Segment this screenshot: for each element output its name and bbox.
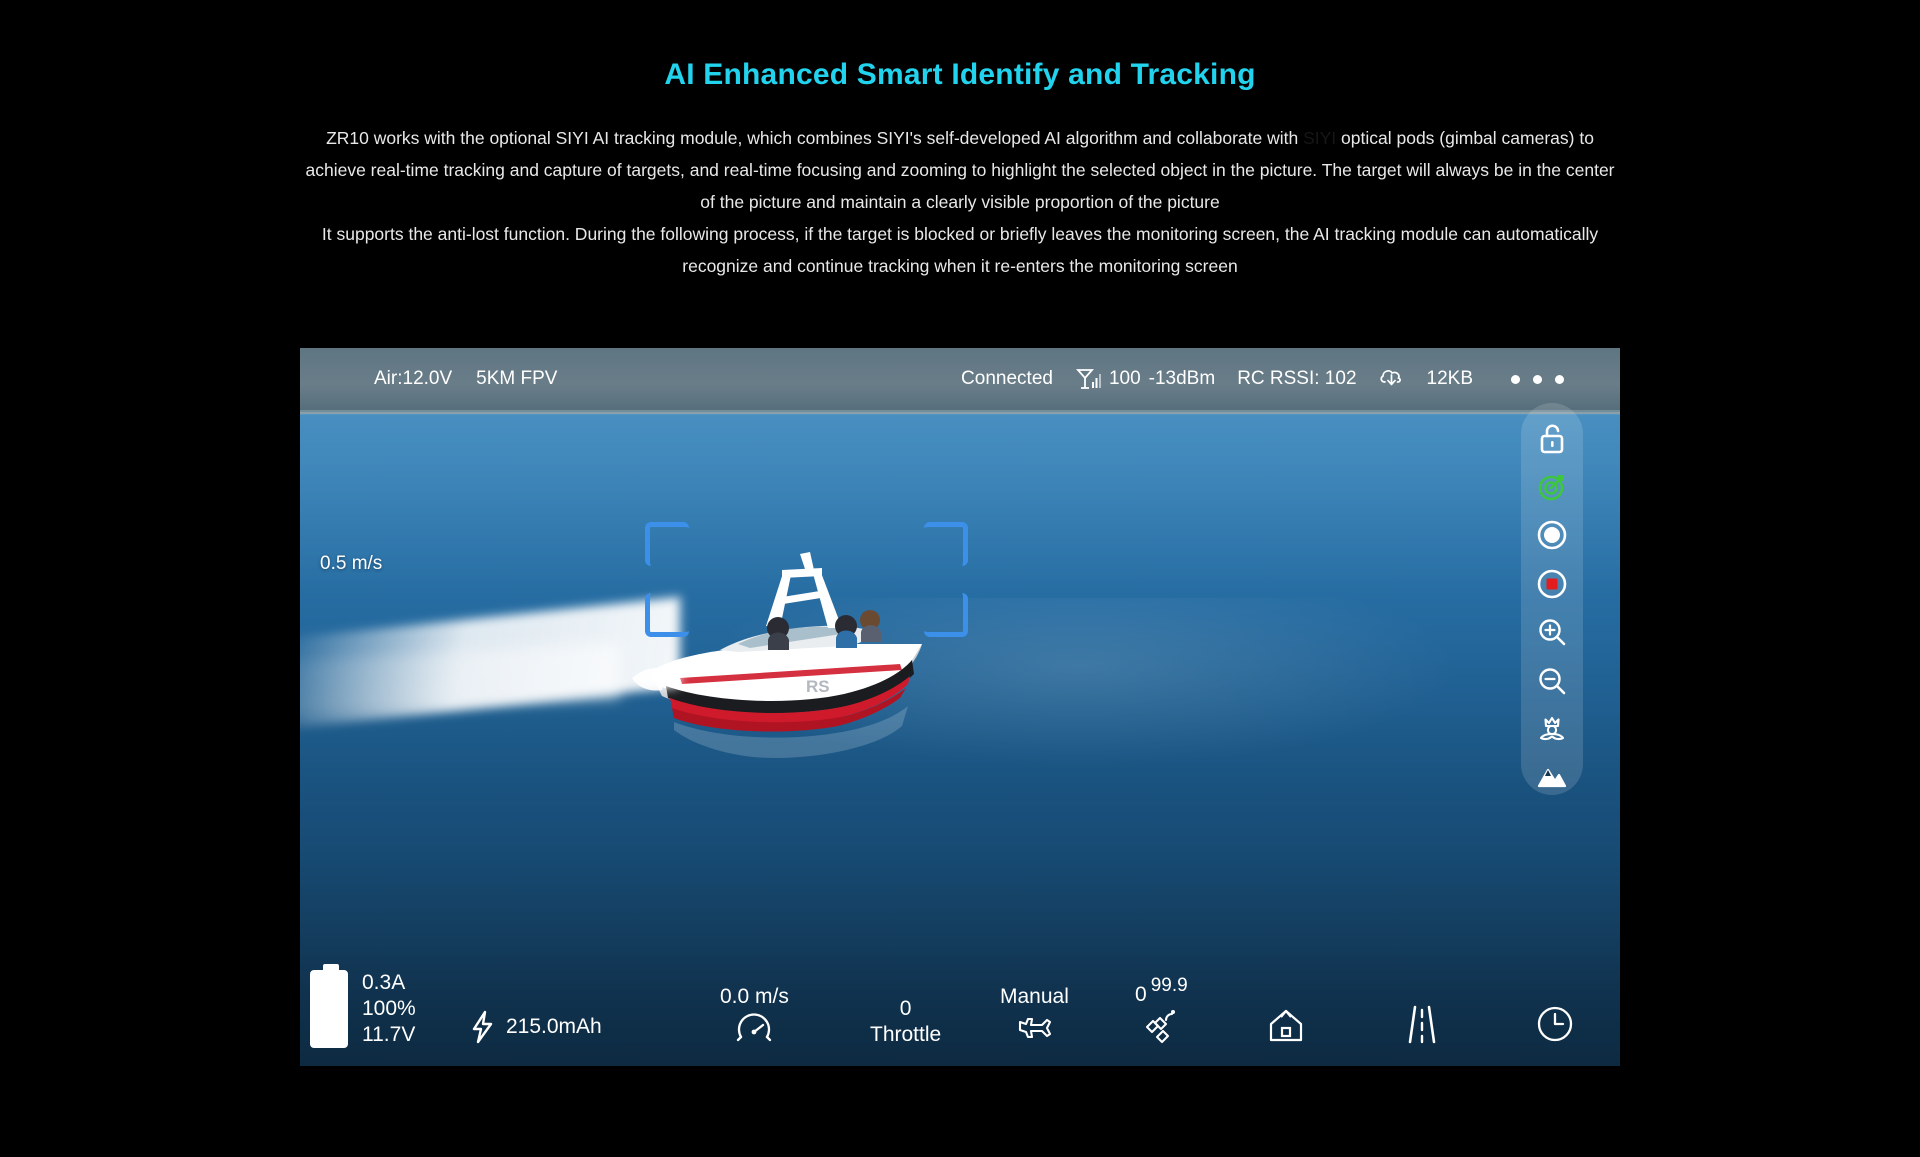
signal-dbm: -13dBm xyxy=(1148,368,1216,389)
air-voltage-readout: Air:12.0V xyxy=(374,368,453,389)
ground-speed-value: 0.0 m/s xyxy=(720,985,789,1008)
data-rate-readout: 12KB xyxy=(1426,368,1473,389)
photo-capture-icon[interactable] xyxy=(1530,518,1574,553)
connection-status: Connected xyxy=(961,368,1053,389)
consumed-capacity-group: 215.0mAh xyxy=(470,1010,602,1044)
target-speed-label: 0.5 m/s xyxy=(320,553,383,574)
gps-readouts: 0 99.9 xyxy=(1135,975,1188,1008)
tracking-corner-top-left xyxy=(645,522,689,566)
signal-value: 100 xyxy=(1108,368,1141,389)
gps-status-group: 0 99.9 xyxy=(1135,975,1188,1044)
landscape-focus-icon[interactable] xyxy=(1530,760,1574,795)
flight-time-group xyxy=(1535,1004,1575,1044)
antenna-icon xyxy=(1075,369,1101,389)
airplane-icon xyxy=(1019,1017,1052,1039)
speedometer-icon xyxy=(737,1013,772,1042)
page-title: AI Enhanced Smart Identify and Tracking xyxy=(664,58,1256,91)
road-icon xyxy=(1408,1005,1436,1044)
description-ghost-brand: SIYI xyxy=(1303,128,1337,148)
drone-video-feed[interactable]: RS 0.5 m/s Air:12.0V 5KM FPV Connected 1… xyxy=(300,348,1620,1066)
camera-tool-rail xyxy=(1521,403,1583,795)
menu-dot xyxy=(1533,374,1542,384)
tracking-corner-top-right xyxy=(924,522,968,566)
description-part-1: ZR10 works with the optional SIYI AI tra… xyxy=(326,128,1304,148)
zoom-in-icon[interactable] xyxy=(1530,615,1574,650)
ai-tracking-icon[interactable] xyxy=(1530,469,1574,504)
hud-more-menu-button[interactable] xyxy=(1511,374,1564,384)
tracking-corner-bottom-right xyxy=(924,593,968,637)
unlock-icon[interactable] xyxy=(1530,421,1574,456)
menu-dot xyxy=(1555,374,1564,384)
flight-mode-group[interactable]: Manual xyxy=(1000,984,1069,1044)
battery-voltage: 11.7V xyxy=(362,1023,416,1046)
lightning-bolt-icon xyxy=(472,1010,493,1044)
download-cloud-icon xyxy=(1379,370,1401,386)
page-root: AI Enhanced Smart Identify and Tracking … xyxy=(0,0,1920,1157)
macro-focus-icon[interactable] xyxy=(1530,711,1574,746)
track-distance-group xyxy=(1400,1004,1442,1044)
battery-percent: 100% xyxy=(362,997,416,1020)
page-description: ZR10 works with the optional SIYI AI tra… xyxy=(300,122,1620,282)
link-mode-readout: 5KM FPV xyxy=(476,368,558,389)
hud-bottom-bar: 0.3A 100% 11.7V 215.0mAh 0.0 m/s 0 Throt… xyxy=(300,946,1620,1066)
satellite-icon xyxy=(1146,1010,1176,1044)
home-distance-group xyxy=(1265,1006,1307,1044)
battery-icon xyxy=(310,964,348,1048)
ground-speed-group: 0.0 m/s xyxy=(720,984,789,1048)
clock-icon xyxy=(1537,1006,1573,1042)
rc-rssi-readout: RC RSSI: 102 xyxy=(1237,368,1357,389)
menu-dot xyxy=(1511,374,1520,384)
battery-current: 0.3A xyxy=(362,971,406,994)
throttle-group: 0 Throttle xyxy=(870,996,941,1048)
home-icon xyxy=(1269,1009,1303,1042)
battery-readouts: 0.3A 100% 11.7V xyxy=(362,970,416,1048)
ai-tracking-bounding-box xyxy=(645,522,968,637)
svg-text:RS: RS xyxy=(806,677,830,696)
flight-mode-value: Manual xyxy=(1000,985,1069,1008)
signal-strength-group: 100 -13dBm xyxy=(1075,367,1215,391)
description-paragraph-1: ZR10 works with the optional SIYI AI tra… xyxy=(300,122,1620,218)
throttle-label: Throttle xyxy=(870,1023,942,1046)
tracking-corner-bottom-left xyxy=(645,593,689,637)
video-record-icon[interactable] xyxy=(1530,566,1574,601)
hud-top-bar: Air:12.0V 5KM FPV Connected 100 -13dBm R… xyxy=(300,348,1620,410)
description-paragraph-2: It supports the anti-lost function. Duri… xyxy=(321,224,1599,276)
battery-status-group: 0.3A 100% 11.7V xyxy=(310,964,416,1048)
gps-hdop: 99.9 xyxy=(1150,975,1188,996)
gps-satellite-count: 0 xyxy=(1135,983,1147,1006)
throttle-value: 0 xyxy=(899,997,912,1020)
consumed-capacity: 215.0mAh xyxy=(506,1015,602,1038)
zoom-out-icon[interactable] xyxy=(1530,663,1574,698)
